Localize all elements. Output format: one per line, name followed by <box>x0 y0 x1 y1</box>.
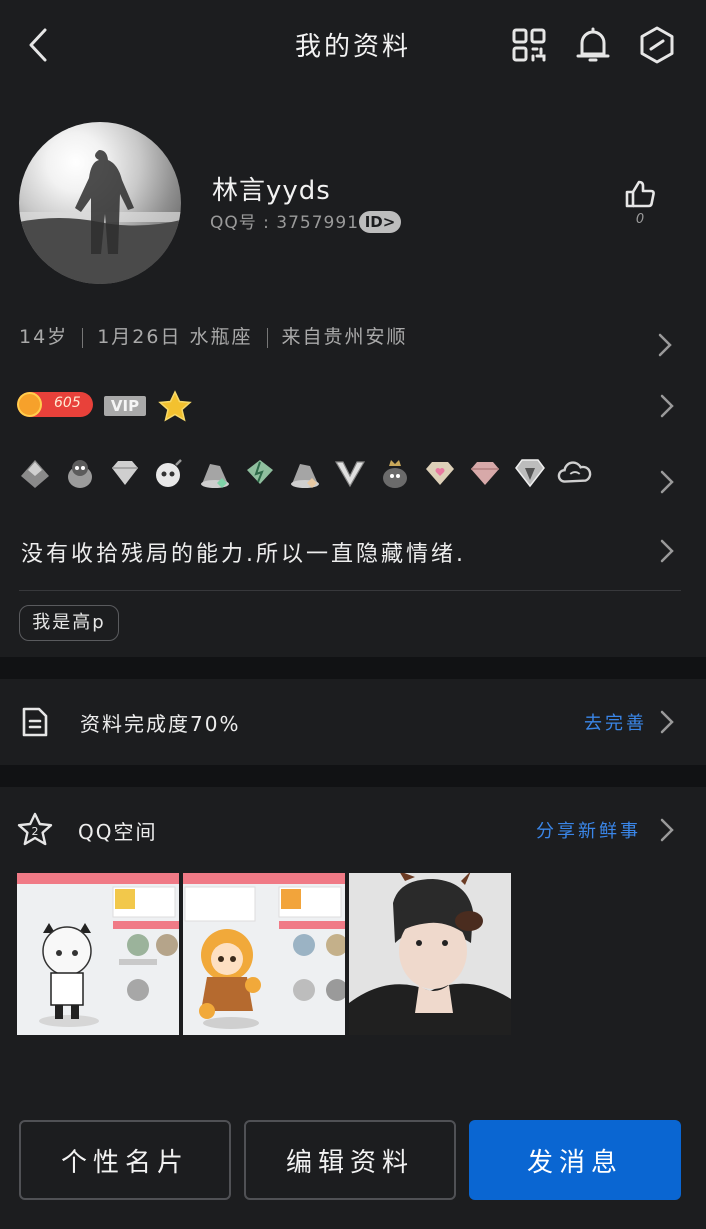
silver-diamond-badge-icon <box>512 455 548 491</box>
section-separator <box>0 765 706 787</box>
svg-text:2: 2 <box>32 825 39 838</box>
divider <box>82 327 84 348</box>
divider <box>266 327 268 348</box>
like-count: 0 <box>635 212 645 227</box>
complete-profile-link[interactable]: 去完善 <box>584 709 647 735</box>
profile-info-row[interactable]: 14岁 1月26日 水瓶座 来自贵州安顺 <box>19 322 408 349</box>
v-badge-icon <box>332 455 368 491</box>
settings-hexagon-icon[interactable] <box>636 23 678 67</box>
coin-value: 605 <box>54 395 81 411</box>
thumbs-up-icon[interactable] <box>620 175 660 213</box>
hat-badge-icon <box>197 455 233 491</box>
section-separator <box>0 657 706 679</box>
send-message-button[interactable]: 发消息 <box>469 1120 681 1200</box>
top-bar: 我的资料 <box>0 0 706 90</box>
heart-diamond-badge-icon <box>422 455 458 491</box>
birthday: 1月26日 水瓶座 <box>97 326 253 348</box>
completion-row[interactable]: 资料完成度70% 去完善 <box>0 679 706 765</box>
profile-tag[interactable]: 我是高p <box>19 605 119 641</box>
document-icon <box>20 706 50 742</box>
bomb-badge-icon <box>152 455 188 491</box>
star-icon[interactable] <box>158 390 192 426</box>
chevron-right-icon[interactable] <box>658 817 676 847</box>
personal-card-button[interactable]: 个性名片 <box>19 1120 231 1200</box>
qzone-row[interactable]: 2 QQ空间 分享新鲜事 <box>0 787 706 867</box>
qzone-star-icon: 2 <box>17 812 53 850</box>
qzone-photo-3[interactable] <box>349 873 511 1035</box>
qzone-photo-1[interactable] <box>17 873 179 1035</box>
hat-badge-icon <box>287 455 323 491</box>
qzone-label: QQ空间 <box>78 820 158 844</box>
penguin-badge-icon <box>62 455 98 491</box>
green-diamond-badge-icon <box>242 455 278 491</box>
qzone-photo-2[interactable] <box>183 873 345 1035</box>
chevron-right-icon[interactable] <box>658 393 676 423</box>
chevron-right-icon[interactable] <box>656 332 674 362</box>
id-badge[interactable]: ID> <box>359 211 401 233</box>
cloud-badge-icon <box>557 455 593 491</box>
signature[interactable]: 没有收拾残局的能力.所以一直隐藏情绪. <box>21 536 466 568</box>
chevron-right-icon[interactable] <box>658 538 676 568</box>
crown-badge-icon <box>17 455 53 491</box>
pink-diamond-badge-icon <box>467 455 503 491</box>
divider <box>19 590 681 591</box>
avatar[interactable] <box>19 122 181 284</box>
coin-icon <box>17 392 42 417</box>
qr-code-icon[interactable] <box>509 25 549 65</box>
chevron-right-icon[interactable] <box>658 469 676 499</box>
age: 14岁 <box>19 326 69 348</box>
chevron-right-icon[interactable] <box>658 709 676 739</box>
vip-badge[interactable]: VIP <box>104 396 146 416</box>
crowned-penguin-badge-icon <box>377 455 413 491</box>
nickname: 林言yyds <box>212 176 331 206</box>
hometown: 来自贵州安顺 <box>281 326 408 348</box>
edit-profile-button[interactable]: 编辑资料 <box>244 1120 456 1200</box>
bell-icon[interactable] <box>572 24 614 66</box>
share-news-link[interactable]: 分享新鲜事 <box>536 817 641 843</box>
badge-wall[interactable] <box>17 455 593 491</box>
coin-badge[interactable]: 605 <box>17 392 93 417</box>
completion-label: 资料完成度70% <box>80 712 241 736</box>
diamond-badge-icon <box>107 455 143 491</box>
